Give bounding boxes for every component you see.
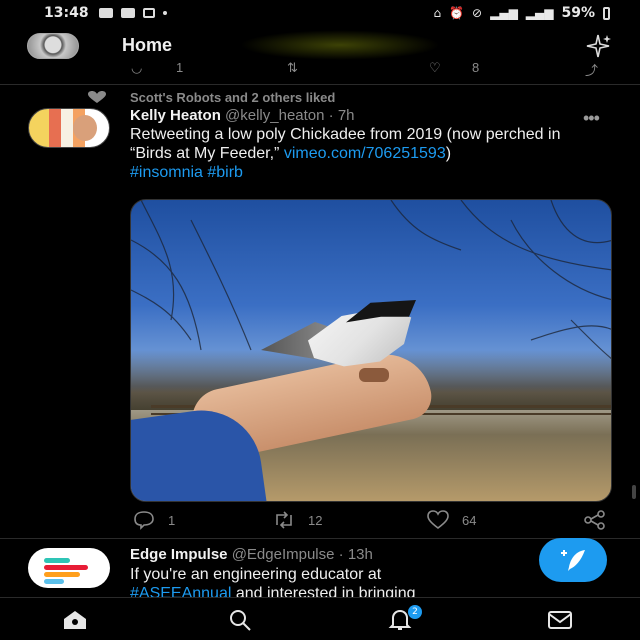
- reply-count: 1: [176, 62, 184, 75]
- status-left-icons: [98, 8, 167, 18]
- tweet-time: · 13h: [338, 546, 373, 563]
- image-icon: [98, 8, 113, 18]
- page-title: Home: [122, 35, 173, 55]
- profile-avatar[interactable]: [27, 33, 79, 59]
- heart-icon: [88, 91, 106, 103]
- logo-bar: [44, 572, 80, 577]
- scrollbar[interactable]: [632, 485, 636, 499]
- compose-tweet-button[interactable]: [539, 538, 607, 582]
- share-icon[interactable]: ⤴: [585, 62, 598, 79]
- retweet-count: 12: [308, 512, 323, 528]
- author-avatar[interactable]: [28, 108, 110, 148]
- sparkle-icon[interactable]: [584, 32, 612, 60]
- tweet-text: Retweeting a low poly Chickadee from 201…: [130, 125, 570, 182]
- tweet2-line1: If you're an engineering educator at: [130, 566, 382, 583]
- author-name[interactable]: Kelly Heaton: [130, 107, 221, 124]
- alarm-icon: ⏰: [449, 6, 465, 20]
- mail-icon: [548, 611, 572, 629]
- app-header: Home: [0, 26, 640, 66]
- reply-action[interactable]: 1: [132, 510, 175, 530]
- reply-count: 1: [168, 512, 176, 528]
- bottom-nav: [0, 597, 640, 640]
- nav-search[interactable]: [220, 608, 260, 632]
- author-handle[interactable]: @kelly_heaton: [225, 107, 324, 124]
- tweet-media-image[interactable]: [130, 199, 612, 502]
- prev-tweet-actions: ◡ 1 ⇅ ♡ 8 ⤴: [0, 62, 640, 80]
- avatar-face: [73, 115, 97, 141]
- tweet-time: · 7h: [328, 107, 355, 124]
- status-bar: 13:48 ⌂ ⏰ ⊘ ▂▄▆ ▂▄▆ 59%: [0, 0, 640, 26]
- author-handle[interactable]: @EdgeImpulse: [232, 546, 335, 563]
- mute-icon: ⊘: [472, 6, 483, 20]
- author-name[interactable]: Edge Impulse: [130, 546, 228, 563]
- home-status-icon: ⌂: [433, 6, 442, 20]
- notification-badge: 2: [408, 605, 422, 619]
- share-action[interactable]: [583, 510, 607, 530]
- bird-feet: [359, 368, 389, 382]
- tweet-link[interactable]: vimeo.com/706251593: [284, 145, 446, 162]
- logo-bar: [44, 558, 70, 563]
- like-count: 64: [462, 512, 477, 528]
- logo-bar: [44, 579, 64, 584]
- message-icon: [120, 8, 135, 18]
- tweet-actions: 1 12 64: [0, 510, 640, 530]
- share-icon: [584, 510, 605, 530]
- like-count: 8: [472, 62, 480, 75]
- more-options-icon[interactable]: •••: [583, 108, 600, 129]
- tweet-hashtags[interactable]: #insomnia #birb: [130, 164, 243, 181]
- status-right-icons: ⌂ ⏰ ⊘ ▂▄▆ ▂▄▆ 59%: [433, 5, 610, 21]
- header-glow: [240, 30, 440, 60]
- compose-feather-icon: [561, 550, 585, 571]
- divider: [0, 84, 640, 85]
- missed-call-icon: [142, 8, 155, 18]
- like-icon: [427, 510, 449, 530]
- reply-icon: [134, 511, 154, 530]
- divider: [0, 538, 640, 539]
- reply-icon[interactable]: ◡: [131, 62, 142, 76]
- home-icon: [64, 611, 86, 629]
- battery-icon: [603, 6, 610, 20]
- retweet-icon: [276, 511, 292, 529]
- battery-percent: 59%: [561, 5, 595, 21]
- logo-bar: [44, 565, 88, 570]
- edge-impulse-avatar[interactable]: [28, 548, 110, 588]
- retweet-icon[interactable]: ⇅: [287, 62, 298, 76]
- like-action[interactable]: 64: [426, 510, 476, 530]
- search-icon: [230, 610, 251, 631]
- social-context-text: Scott's Robots and 2 others liked: [130, 90, 336, 105]
- tweet2-header: Edge Impulse @EdgeImpulse · 13h: [130, 546, 373, 563]
- retweet-action[interactable]: 12: [272, 510, 322, 530]
- like-icon[interactable]: ♡: [429, 62, 441, 76]
- signal2-icon: ▂▄▆: [525, 6, 554, 20]
- signal-icon: ▂▄▆: [490, 6, 518, 20]
- tweet-text-tail: ): [445, 145, 452, 162]
- tweet-header: Kelly Heaton @kelly_heaton · 7h: [130, 107, 355, 124]
- nav-home[interactable]: [55, 608, 95, 632]
- dot-icon: [162, 11, 167, 15]
- social-context[interactable]: Scott's Robots and 2 others liked: [86, 90, 335, 105]
- nav-messages[interactable]: [540, 608, 580, 632]
- status-time: 13:48: [44, 5, 89, 21]
